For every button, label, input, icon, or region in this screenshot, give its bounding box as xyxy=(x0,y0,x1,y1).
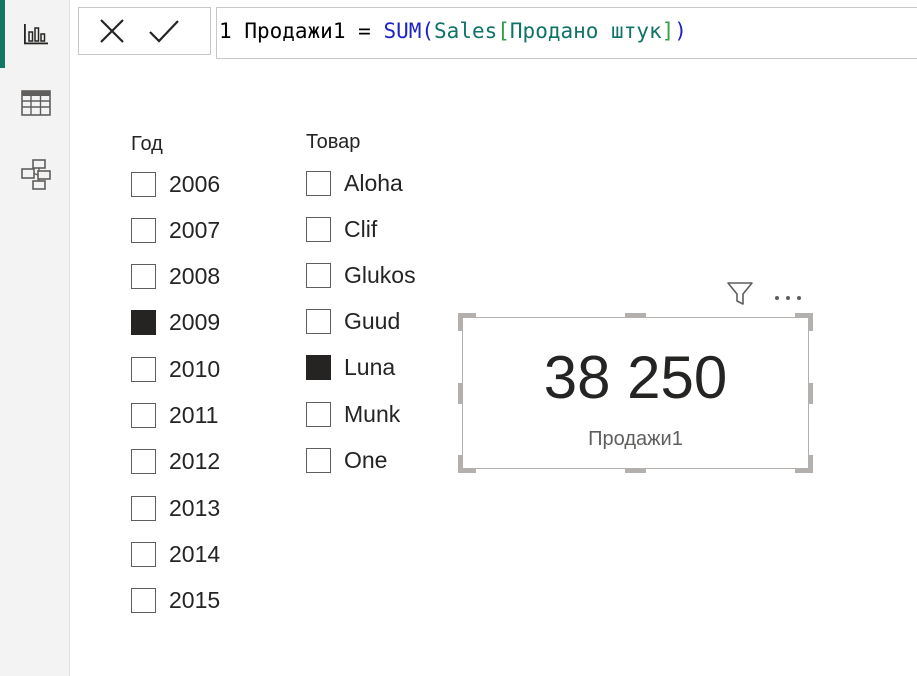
card-value: 38 250 xyxy=(543,344,728,411)
slicer_product-item[interactable]: Luna xyxy=(306,353,395,383)
model-diagram-icon xyxy=(20,158,52,190)
checkbox-label: Munk xyxy=(344,400,401,427)
checkbox[interactable] xyxy=(306,262,331,288)
checkbox-label: Luna xyxy=(344,354,396,381)
view-switcher-rail xyxy=(0,0,70,676)
slicer_year-item[interactable]: 2006 xyxy=(131,169,220,199)
checkbox-label: 2015 xyxy=(169,587,221,614)
resize-handle-top-left-v[interactable] xyxy=(458,313,463,331)
checkbox[interactable] xyxy=(131,588,156,614)
checkbox-label: Guud xyxy=(344,308,401,335)
checkbox-label: 2007 xyxy=(169,216,221,243)
checkbox-label: One xyxy=(344,446,388,473)
resize-handle-bottom-left-v[interactable] xyxy=(458,455,463,473)
formula-editor[interactable]: 1 Продажи1 = SUM(Sales[Продано штук]) xyxy=(216,7,917,59)
slicer_year-item[interactable]: 2009 xyxy=(131,308,220,338)
checkbox[interactable] xyxy=(131,495,156,521)
close-icon xyxy=(98,17,126,49)
slicer_year-item[interactable]: 2011 xyxy=(131,401,218,431)
checkbox[interactable] xyxy=(306,401,331,427)
checkbox-label: 2014 xyxy=(169,540,221,567)
resize-handle-right[interactable] xyxy=(808,383,813,404)
slicer_product-item[interactable]: Glukos xyxy=(306,260,416,290)
cancel-formula-button[interactable] xyxy=(95,16,129,50)
filter-button[interactable] xyxy=(723,280,757,312)
checkbox-label: 2009 xyxy=(169,309,221,336)
checkbox[interactable] xyxy=(131,541,156,567)
function-token: SUM xyxy=(383,19,422,43)
slicer_product-item[interactable]: Munk xyxy=(306,399,400,429)
slicer_year-item[interactable]: 2015 xyxy=(131,586,220,616)
open-paren-token: ( xyxy=(421,19,435,43)
checkbox[interactable] xyxy=(131,264,156,290)
formula-bar: 1 Продажи1 = SUM(Sales[Продано штук]) xyxy=(70,0,917,60)
table-grid-icon xyxy=(21,90,51,116)
slicer_year-item[interactable]: 2014 xyxy=(131,539,220,569)
more-options-button[interactable] xyxy=(769,280,807,312)
slicer_year-item[interactable]: 2012 xyxy=(131,447,220,477)
checkbox-label: 2013 xyxy=(169,494,221,521)
formula-actions xyxy=(78,7,211,55)
checkbox[interactable] xyxy=(306,216,331,242)
resize-handle-left[interactable] xyxy=(458,383,463,404)
checkmark-icon xyxy=(148,17,180,49)
card-label: Продажи1 xyxy=(588,428,683,450)
table-token: Sales xyxy=(434,19,498,43)
checkbox-label: 2010 xyxy=(169,355,221,382)
checkbox[interactable] xyxy=(131,171,156,197)
table-view-button[interactable] xyxy=(16,83,56,123)
close-paren-token: ) xyxy=(674,19,687,43)
slicer_product-item[interactable]: One xyxy=(306,445,387,475)
checkbox-label: Aloha xyxy=(344,169,403,196)
filter-icon xyxy=(726,281,754,311)
product-slicer-title: Товар xyxy=(306,131,361,153)
year-slicer: Год 2006 2007 2008 2009 2010 2011 2012 2013 2014… xyxy=(131,132,261,622)
slicer_product-item[interactable]: Guud xyxy=(306,307,400,337)
column-token: Продано штук xyxy=(509,19,662,43)
checkbox-label: Glukos xyxy=(344,261,416,288)
checkbox-label: 2011 xyxy=(169,402,219,428)
slicer_year-item[interactable]: 2013 xyxy=(131,493,220,523)
checkbox[interactable] xyxy=(131,310,156,336)
checkbox-label: 2008 xyxy=(169,263,221,290)
commit-formula-button[interactable] xyxy=(147,16,181,50)
checkbox-label: 2006 xyxy=(169,170,221,197)
assignment-operator: = xyxy=(358,19,371,43)
checkbox[interactable] xyxy=(131,449,156,475)
slicer_product-item[interactable]: Clif xyxy=(306,214,377,244)
slicer_product-item[interactable]: Aloha xyxy=(306,168,403,198)
slicer_year-item[interactable]: 2008 xyxy=(131,262,220,292)
slicer_year-item[interactable]: 2010 xyxy=(131,354,220,384)
card-visual-header xyxy=(723,280,813,312)
checkbox-label: Clif xyxy=(344,215,378,242)
checkbox[interactable] xyxy=(131,217,156,243)
checkbox[interactable] xyxy=(306,355,331,381)
bar-chart-icon xyxy=(23,22,49,46)
product-slicer: Товар Aloha Clif Glukos Guud Luna Munk One xyxy=(306,130,446,480)
line-number: 1 xyxy=(219,19,232,43)
resize-handle-top[interactable] xyxy=(625,313,646,318)
measure-name: Продажи1 xyxy=(244,19,346,43)
checkbox[interactable] xyxy=(131,356,156,382)
checkbox[interactable] xyxy=(306,170,331,196)
resize-handle-top-right-v[interactable] xyxy=(808,313,813,331)
close-bracket-token: ] xyxy=(661,19,675,43)
year-slicer-title: Год xyxy=(131,133,163,155)
checkbox[interactable] xyxy=(306,447,331,473)
model-view-button[interactable] xyxy=(16,154,56,194)
checkbox[interactable] xyxy=(131,403,156,428)
checkbox[interactable] xyxy=(306,309,331,335)
checkbox-label: 2012 xyxy=(169,448,221,475)
card-visual[interactable]: 38 250 Продажи1 xyxy=(462,317,809,469)
resize-handle-bottom-right-v[interactable] xyxy=(808,455,813,473)
resize-handle-bottom[interactable] xyxy=(625,468,646,473)
slicer_year-item[interactable]: 2007 xyxy=(131,215,220,245)
report-view-button[interactable] xyxy=(16,14,56,54)
open-bracket-token: [ xyxy=(497,19,510,43)
active-view-indicator xyxy=(0,0,5,68)
more-options-icon xyxy=(773,287,803,306)
